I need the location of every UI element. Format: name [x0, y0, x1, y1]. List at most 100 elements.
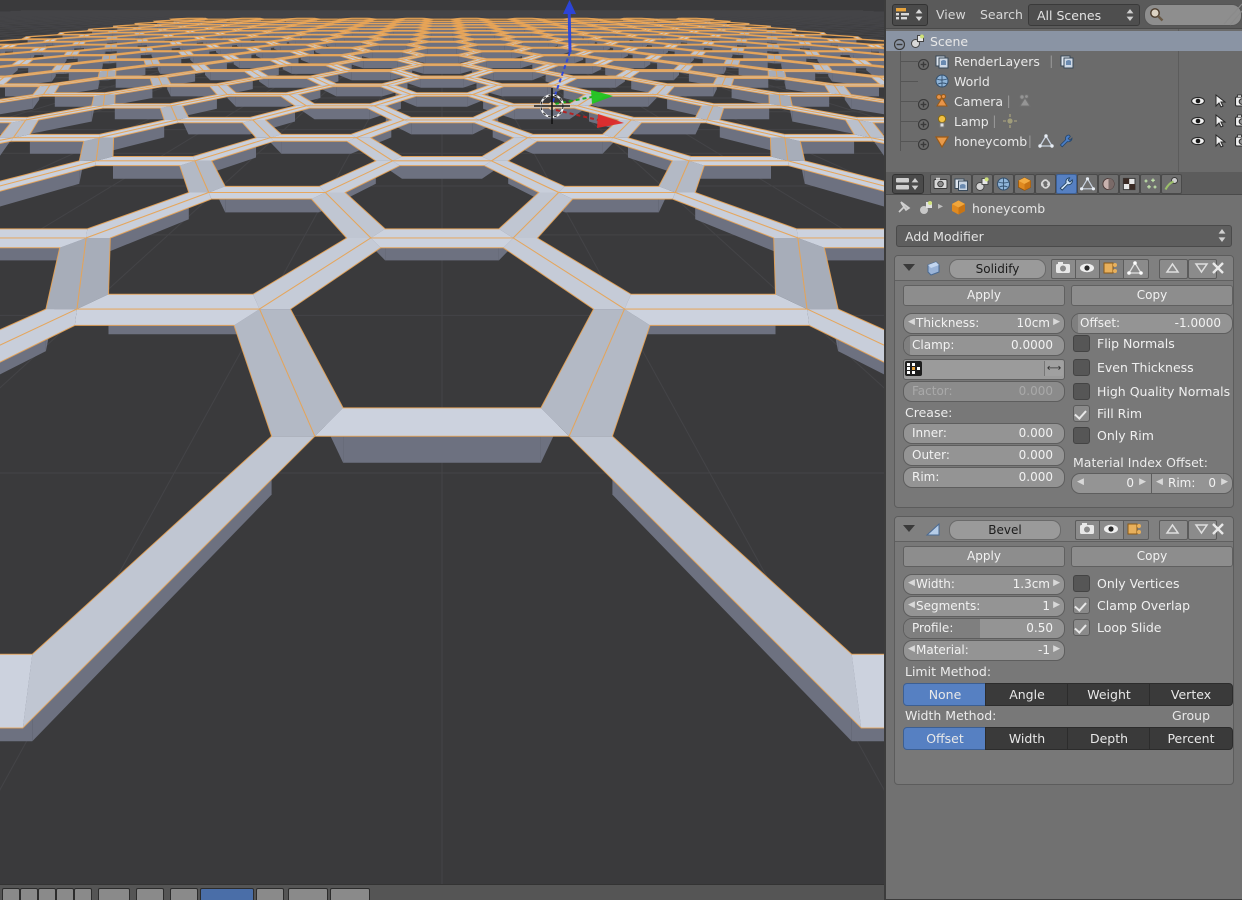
eye-icon[interactable] — [1190, 113, 1206, 129]
outliner-menu-view[interactable]: View — [936, 7, 966, 22]
scene-icon[interactable] — [918, 199, 935, 216]
move-up-icon[interactable] — [1159, 520, 1188, 540]
properties-constraints-tab[interactable] — [1035, 174, 1056, 194]
mesh-data-icon[interactable] — [1038, 133, 1054, 149]
viewport-header[interactable] — [0, 884, 884, 900]
vp-manipulator[interactable] — [288, 888, 328, 900]
copy-button-solidify[interactable]: Copy — [1071, 285, 1233, 306]
area-resize-grip[interactable] — [1220, 0, 1242, 26]
properties-editor-type-button[interactable] — [892, 174, 924, 194]
modifier-header-bevel[interactable]: Bevel — [895, 517, 1233, 542]
decrement-arrow-icon[interactable]: ◀ — [908, 317, 915, 327]
camera-render-icon[interactable] — [1234, 93, 1242, 109]
decrement-arrow-icon[interactable]: ◀ — [1156, 477, 1163, 487]
expand-plus-icon[interactable] — [918, 115, 929, 126]
modifier-header-solidify[interactable]: Solidify — [895, 256, 1233, 281]
limit-method-vertex-group[interactable]: Vertex Group — [1149, 683, 1233, 706]
vp-btn-4[interactable] — [56, 888, 74, 900]
cage-toggle-icon[interactable] — [1123, 259, 1149, 279]
crease-rim-field[interactable]: Rim: 0.000 — [903, 467, 1065, 488]
eye-icon[interactable] — [1190, 133, 1206, 149]
expand-plus-icon[interactable] — [918, 95, 929, 106]
bevel-material-field[interactable]: ◀ Material: -1 ▶ — [903, 640, 1065, 661]
editmode-toggle-icon[interactable] — [1123, 520, 1149, 540]
vp-shading[interactable] — [170, 888, 198, 900]
scene-filter-dropdown[interactable]: All Scenes — [1028, 4, 1140, 26]
modifier-move-buttons-bevel[interactable] — [1159, 520, 1217, 538]
width-method-segmented[interactable]: OffsetWidthDepthPercent — [903, 727, 1231, 748]
properties-render-tab[interactable] — [930, 174, 951, 194]
increment-arrow-icon[interactable]: ▶ — [1053, 644, 1060, 654]
outliner-tree[interactable]: SceneRenderLayers|WorldCamera|Lamp|honey… — [886, 29, 1242, 173]
invert-vertex-group-icon[interactable]: ⟷ — [1044, 361, 1063, 376]
camera-render-icon[interactable] — [1234, 133, 1242, 149]
modifier-toggles-solidify[interactable] — [1051, 259, 1151, 277]
modifier-name-solidify[interactable]: Solidify — [949, 259, 1046, 279]
crease-outer-field[interactable]: Outer: 0.000 — [903, 445, 1065, 466]
decrement-arrow-icon[interactable]: ◀ — [908, 600, 915, 610]
render-toggle-icon[interactable] — [1075, 520, 1101, 540]
vp-btn-3[interactable] — [38, 888, 56, 900]
fill-rim-checkbox[interactable] — [1073, 405, 1090, 422]
outliner-row-scene[interactable]: Scene — [886, 31, 1242, 51]
only-rim-checkbox[interactable] — [1073, 427, 1090, 444]
properties-physics-tab[interactable] — [1161, 174, 1182, 194]
decrement-arrow-icon[interactable]: ◀ — [908, 578, 915, 588]
3d-viewport[interactable] — [0, 0, 884, 884]
wrench-modifier-icon[interactable] — [1058, 133, 1074, 149]
offset-field[interactable]: Offset: -1.0000 — [1071, 313, 1233, 334]
even-thickness-checkbox[interactable] — [1073, 359, 1090, 376]
eye-icon[interactable] — [1190, 93, 1206, 109]
modifier-name-bevel[interactable]: Bevel — [949, 520, 1061, 540]
copy-button-bevel[interactable]: Copy — [1071, 546, 1233, 567]
add-modifier-dropdown[interactable]: Add Modifier — [896, 225, 1232, 247]
outliner-row-camera[interactable]: Camera| — [886, 91, 1242, 111]
limit-method-none[interactable]: None — [903, 683, 987, 706]
properties-data-tab[interactable] — [1077, 174, 1098, 194]
vp-layers[interactable] — [330, 888, 370, 900]
vp-pivot[interactable] — [256, 888, 284, 900]
apply-button-solidify[interactable]: Apply — [903, 285, 1065, 306]
lamp-data-icon[interactable] — [1002, 113, 1018, 129]
pin-icon[interactable] — [896, 199, 913, 216]
expand-plus-icon[interactable] — [918, 135, 929, 146]
increment-arrow-icon[interactable]: ▶ — [1139, 477, 1146, 487]
width-method-depth[interactable]: Depth — [1067, 727, 1151, 750]
realtime-toggle-icon[interactable] — [1099, 520, 1125, 540]
cursor-arrow-icon[interactable] — [1212, 133, 1228, 149]
bevel-segments-field[interactable]: ◀ Segments: 1 ▶ — [903, 596, 1065, 617]
crease-inner-field[interactable]: Inner: 0.000 — [903, 423, 1065, 444]
thickness-field[interactable]: ◀ Thickness: 10cm ▶ — [903, 313, 1065, 334]
render-toggle-icon[interactable] — [1051, 259, 1077, 279]
properties-world-tab[interactable] — [993, 174, 1014, 194]
decrement-arrow-icon[interactable]: ◀ — [908, 644, 915, 654]
outliner-menu-search[interactable]: Search — [980, 7, 1023, 22]
properties-render-layers-tab[interactable] — [951, 174, 972, 194]
flip-normals-checkbox[interactable] — [1073, 335, 1090, 352]
properties-material-tab[interactable] — [1098, 174, 1119, 194]
collapse-triangle-icon[interactable] — [903, 525, 915, 532]
properties-texture-tab[interactable] — [1119, 174, 1140, 194]
limit-method-weight[interactable]: Weight — [1067, 683, 1151, 706]
cursor-arrow-icon[interactable] — [1212, 93, 1228, 109]
modifier-move-buttons-solidify[interactable] — [1159, 259, 1217, 277]
outliner-row-world[interactable]: World — [886, 71, 1242, 91]
width-method-percent[interactable]: Percent — [1149, 727, 1233, 750]
vp-mode-select[interactable] — [136, 888, 164, 900]
properties-scene-tab[interactable] — [972, 174, 993, 194]
decrement-arrow-icon[interactable]: ◀ — [1077, 477, 1084, 487]
outliner-row-honeycomb[interactable]: honeycomb| — [886, 131, 1242, 151]
limit-method-segmented[interactable]: NoneAngleWeightVertex Group — [903, 683, 1231, 704]
bevel-profile-field[interactable]: Profile: 0.50 — [903, 618, 1065, 639]
move-up-icon[interactable] — [1159, 259, 1188, 279]
realtime-toggle-icon[interactable] — [1075, 259, 1101, 279]
properties-particles-tab[interactable] — [1140, 174, 1161, 194]
clamp-overlap-checkbox[interactable] — [1073, 597, 1090, 614]
material-index-rim-wrap[interactable]: ◀ Rim: 0 ▶ — [1152, 474, 1232, 493]
expand-plus-icon[interactable] — [918, 55, 929, 66]
increment-arrow-icon[interactable]: ▶ — [1221, 477, 1228, 487]
camera-render-icon[interactable] — [1234, 113, 1242, 129]
outliner-row-renderlayers[interactable]: RenderLayers| — [886, 51, 1242, 71]
loop-slide-checkbox[interactable] — [1073, 619, 1090, 636]
apply-button-bevel[interactable]: Apply — [903, 546, 1065, 567]
